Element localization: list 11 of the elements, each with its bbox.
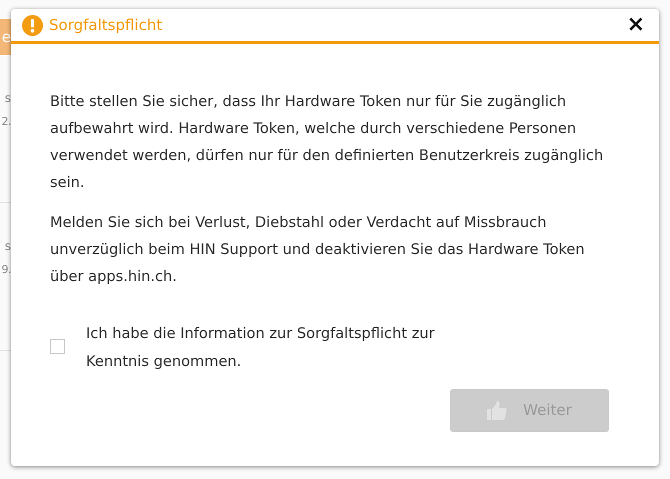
close-button[interactable]: × <box>624 14 647 36</box>
paragraph: Melden Sie sich bei Verlust, Diebstahl oder Verdacht auf Missbrauch unverzüglich beim HIN Support und deaktivieren Sie das Hardware Token über apps.hin.ch. <box>50 213 586 287</box>
dialog-title: Sorgfaltspflicht <box>49 14 162 36</box>
background-value: 2. <box>2 114 11 130</box>
paragraph: Bitte stellen Sie sicher, dass Ihr Hardware Token nur für Sie zugänglich aufbewahrt wird. Hardware Token, welche durch verschiedene Personen verwendet werden, dürfen nur für den definierten Benutzerkreis zugänglich sein. <box>50 92 604 193</box>
checkbox-label[interactable]: Ich habe die Information zur Sorgfaltspflicht zur Kenntnis genommen. <box>86 320 466 376</box>
warning-icon <box>22 14 43 36</box>
background-value: 9. <box>2 262 11 278</box>
background-label: s <box>4 90 11 106</box>
checkbox[interactable] <box>50 339 65 354</box>
background-label: s <box>4 238 11 254</box>
